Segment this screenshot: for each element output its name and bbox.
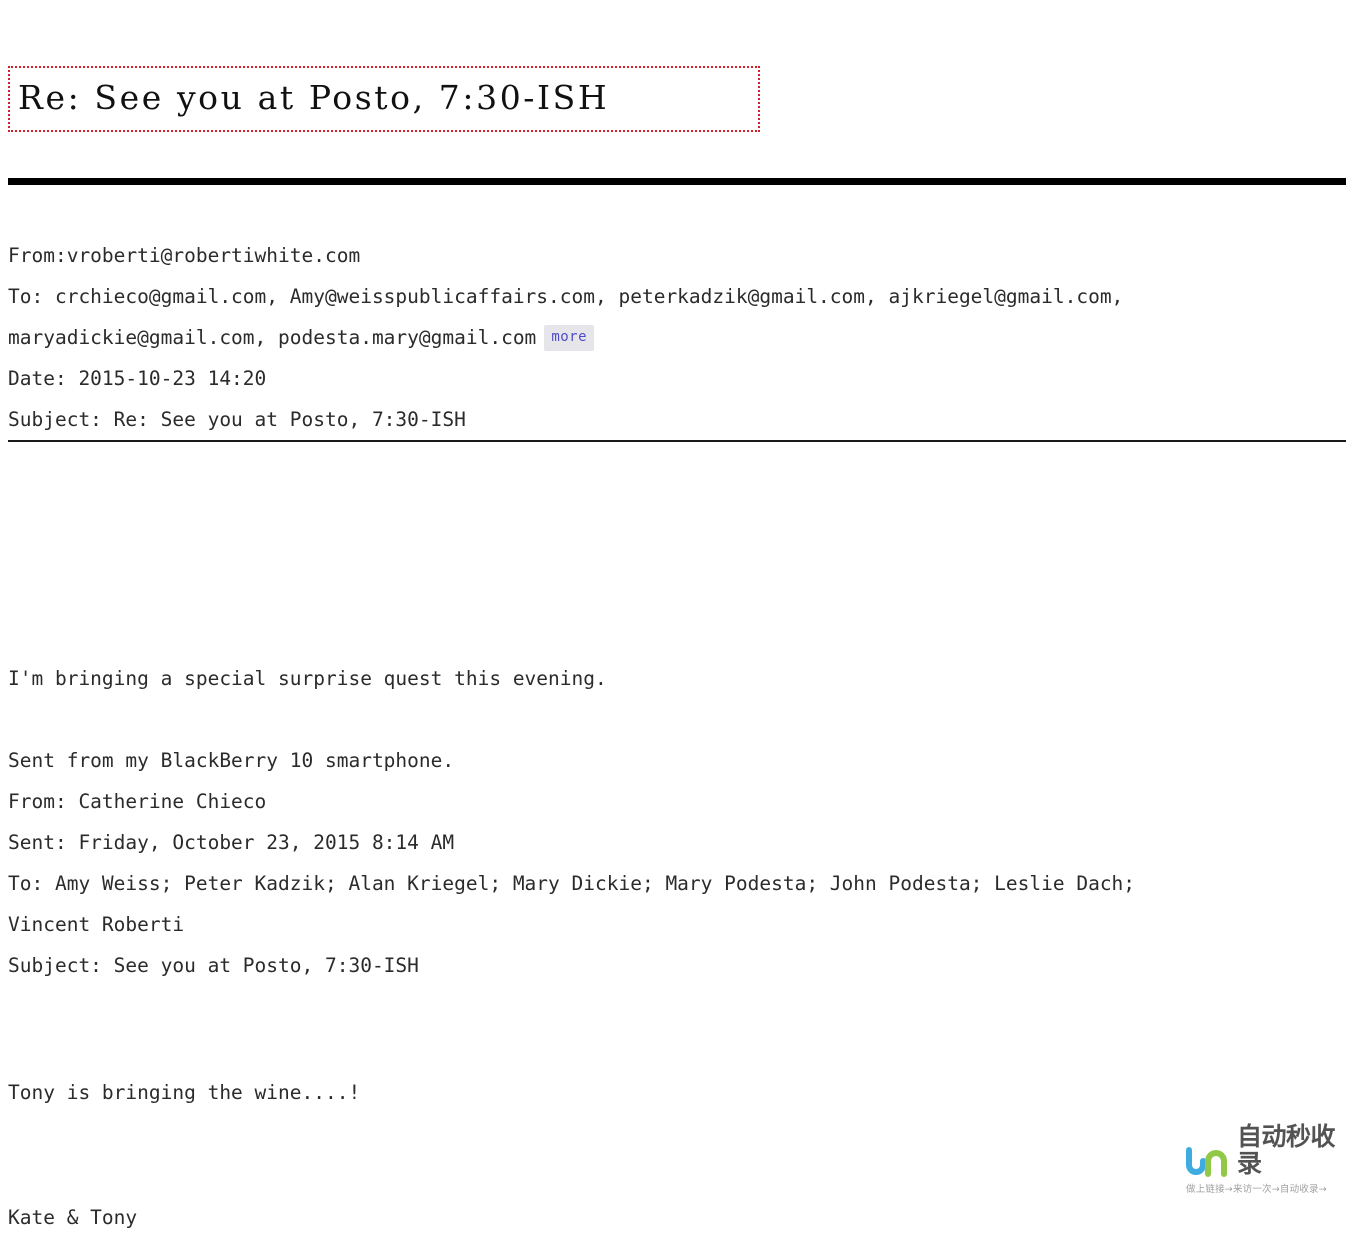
body-paragraph-2: Tony is bringing the wine....! bbox=[8, 1081, 361, 1104]
body-signature-device: Sent from my BlackBerry 10 smartphone. bbox=[8, 749, 455, 772]
more-recipients-button[interactable]: more bbox=[544, 325, 595, 351]
header-divider-thin bbox=[8, 440, 1346, 442]
document-page: Re: See you at Posto, 7:30-ISH From:vrob… bbox=[0, 0, 1359, 1229]
page-title: Re: See you at Posto, 7:30-ISH bbox=[18, 78, 610, 117]
watermark-tagline: 做上链接→来访一次→自动收录→ bbox=[1186, 1184, 1327, 1195]
quoted-header-to-line-1: To: Amy Weiss; Peter Kadzik; Alan Kriege… bbox=[8, 872, 1136, 895]
jn-logo-icon bbox=[1183, 1147, 1235, 1177]
header-from: From:vroberti@robertiwhite.com bbox=[8, 244, 361, 267]
email-closing: Tony is bringing the wine....! Kate & To… bbox=[8, 1072, 1308, 1238]
page-title-box: Re: See you at Posto, 7:30-ISH bbox=[8, 66, 760, 132]
header-to-line-2-text: maryadickie@gmail.com, podesta.mary@gmai… bbox=[8, 326, 537, 349]
body-spacer-1 bbox=[8, 699, 1308, 740]
quoted-header-to-line-2: Vincent Roberti bbox=[8, 913, 185, 936]
header-subject: Subject: Re: See you at Posto, 7:30-ISH bbox=[8, 408, 466, 431]
quoted-header-from: From: Catherine Chieco bbox=[8, 790, 267, 813]
watermark-brand-row: 自动秒收录 bbox=[1183, 1123, 1351, 1177]
body-paragraph-1: I'm bringing a special surprise quest th… bbox=[8, 667, 607, 690]
header-date: Date: 2015-10-23 14:20 bbox=[8, 367, 267, 390]
email-header-fields: From:vroberti@robertiwhite.com To: crchi… bbox=[8, 235, 1298, 440]
email-body: I'm bringing a special surprise quest th… bbox=[8, 658, 1308, 986]
watermark-logo: 自动秒收录 做上链接→来访一次→自动收录→ bbox=[1183, 1123, 1351, 1201]
header-divider-thick bbox=[8, 178, 1346, 185]
quoted-header-subject: Subject: See you at Posto, 7:30-ISH bbox=[8, 954, 419, 977]
header-to-line-1: To: crchieco@gmail.com, Amy@weisspublica… bbox=[8, 285, 1124, 308]
watermark-brand-text: 自动秒收录 bbox=[1237, 1122, 1336, 1178]
header-to-line-2: maryadickie@gmail.com, podesta.mary@gmai… bbox=[8, 317, 1298, 358]
body-signature-name: Kate & Tony bbox=[8, 1206, 138, 1229]
body-spacer-2 bbox=[8, 1113, 1308, 1197]
quoted-header-sent: Sent: Friday, October 23, 2015 8:14 AM bbox=[8, 831, 455, 854]
